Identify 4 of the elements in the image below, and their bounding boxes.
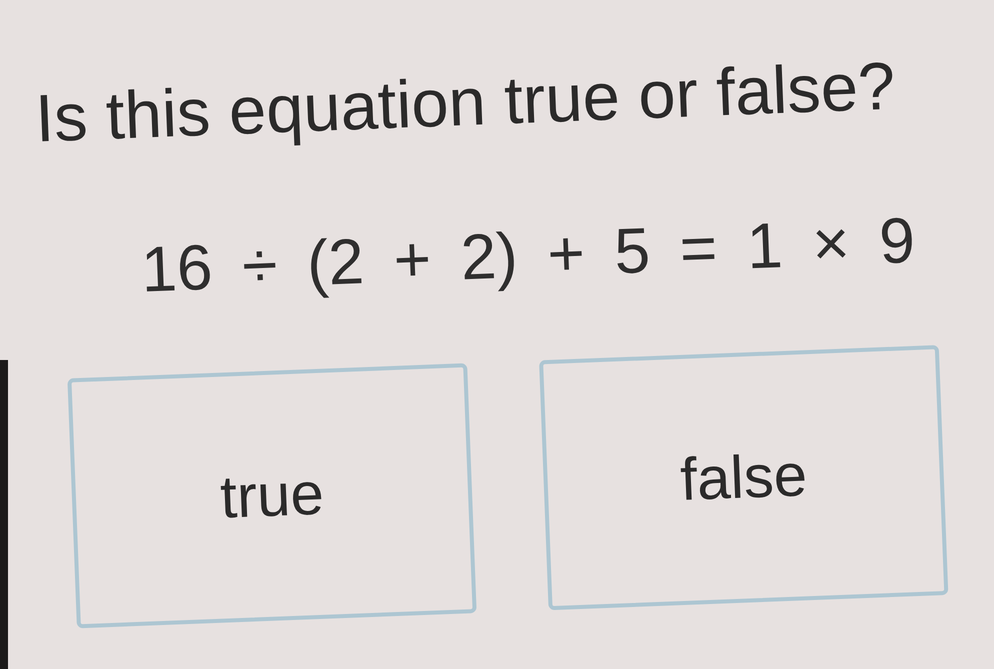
answer-choice-button[interactable]: false — [539, 345, 948, 610]
equation-text: 16 ÷ (2 + 2) + 5 = 1 × 9 — [140, 204, 916, 306]
answer-choice-button[interactable]: true — [67, 363, 477, 628]
question-text: Is this equation true or false? — [34, 48, 897, 158]
